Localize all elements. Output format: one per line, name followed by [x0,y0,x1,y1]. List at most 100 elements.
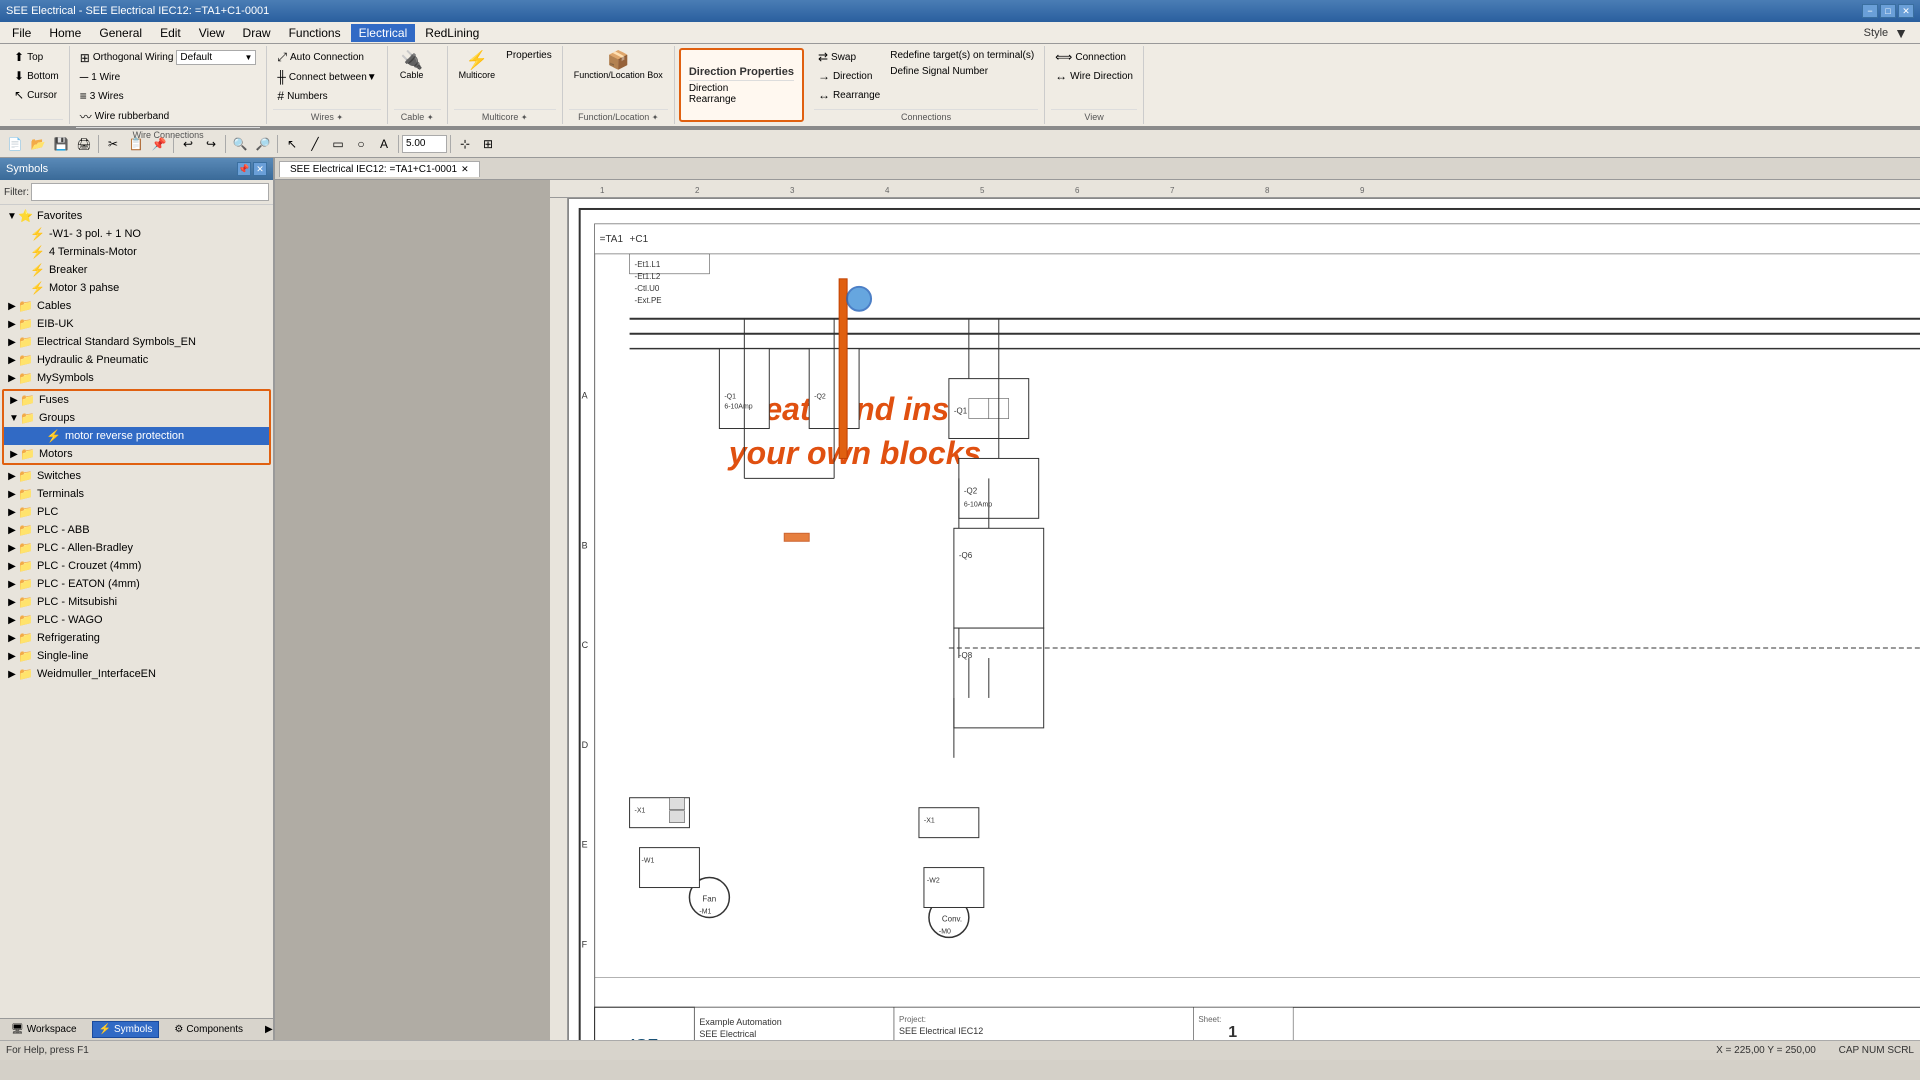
function-location-box-btn[interactable]: 📦 Function/Location Box [569,48,668,83]
cable-btn[interactable]: 🔌 Cable [394,48,430,83]
menu-home[interactable]: Home [41,24,89,42]
orthogonal-wiring-btn[interactable]: ⊞ Orthogonal Wiring Default▼ [76,48,261,67]
copy-btn[interactable]: 📋 [125,133,147,155]
save-btn[interactable]: 💾 [50,133,72,155]
tree-electrical-standard[interactable]: ▶ 📁 Electrical Standard Symbols_EN [2,333,271,351]
paste-btn[interactable]: 📌 [148,133,170,155]
tree-item-breaker[interactable]: ⚡ Breaker [2,261,271,279]
wire-rubberband-btn[interactable]: 〰Wire rubberband [76,106,261,127]
menu-electrical[interactable]: Electrical [351,24,416,42]
zoom-input[interactable] [402,135,447,153]
tree-plc-abb[interactable]: ▶ 📁 PLC - ABB [2,521,271,539]
menu-view[interactable]: View [191,24,233,42]
tree-hydraulic[interactable]: ▶ 📁 Hydraulic & Pneumatic [2,351,271,369]
connect-between-btn[interactable]: ╫Connect between▼ [273,68,380,86]
cursor-button[interactable]: ↖Cursor [10,86,63,104]
direction-btn[interactable]: →Direction [814,67,884,85]
select-btn[interactable]: ↖ [281,133,303,155]
text-btn[interactable]: A [373,133,395,155]
tree-terminals[interactable]: ▶ 📁 Terminals [2,485,271,503]
zoom-out-btn[interactable]: 🔎 [252,133,274,155]
numbers-btn[interactable]: #Numbers [273,87,380,105]
tree-plc-crouzet[interactable]: ▶ 📁 PLC - Crouzet (4mm) [2,557,271,575]
tree-motors[interactable]: ▶ 📁 Motors [4,445,269,463]
minimize-button[interactable]: − [1862,4,1878,18]
wire-direction-btn[interactable]: ↔Wire Direction [1051,67,1137,85]
properties-btn[interactable]: Properties [502,48,556,63]
svg-text:C: C [582,640,589,650]
rect-btn[interactable]: ▭ [327,133,349,155]
cut-btn[interactable]: ✂ [102,133,124,155]
titlebar-controls: − □ ✕ [1862,4,1914,18]
symbols-pin-btn[interactable]: 📌 [237,162,251,176]
function-location-label: Function/Location ✦ [569,109,668,122]
menu-edit[interactable]: Edit [152,24,189,42]
ribbon-group-content-wires: ⊞ Orthogonal Wiring Default▼ ─1 Wire ≡3 … [76,48,261,127]
tree-single-line[interactable]: ▶ 📁 Single-line [2,647,271,665]
tree-fuses[interactable]: ▶ 📁 Fuses [4,391,269,409]
tree-refrigerating[interactable]: ▶ 📁 Refrigerating [2,629,271,647]
svg-text:-W1: -W1 [642,858,655,865]
canvas-tab-main[interactable]: SEE Electrical IEC12: =TA1+C1-0001 ✕ [279,161,480,177]
tree-groups[interactable]: ▼ 📁 Groups [4,409,269,427]
connection-btn[interactable]: ⟺Connection [1051,48,1137,66]
tree-plc-wago[interactable]: ▶ 📁 PLC - WAGO [2,611,271,629]
titlebar-title: SEE Electrical - SEE Electrical IEC12: =… [6,5,269,17]
redo-btn[interactable]: ↪ [200,133,222,155]
bottom-button[interactable]: ⬇Bottom [10,67,63,85]
menu-file[interactable]: File [4,24,39,42]
1-wire-btn[interactable]: ─1 Wire [76,68,261,86]
tree-favorites[interactable]: ▼ ⭐ Favorites [2,207,271,225]
tree-item-w1[interactable]: ⚡ -W1- 3 pol. + 1 NO [2,225,271,243]
symbols-close-btn[interactable]: ✕ [253,162,267,176]
swap-btn[interactable]: ⇄Swap [814,48,884,66]
tree-item-motor3[interactable]: ⚡ Motor 3 pahse [2,279,271,297]
style-area: Style ▼ [1864,25,1916,41]
menu-functions[interactable]: Functions [281,24,349,42]
print-btn[interactable]: 🖨 [73,133,95,155]
menu-redlining[interactable]: RedLining [417,24,487,42]
ribbon-group-multicore: ⚡ Multicore Properties Multicore ✦ [448,46,563,124]
maximize-button[interactable]: □ [1880,4,1896,18]
tree-eib-uk[interactable]: ▶ 📁 EIB-UK [2,315,271,333]
tree-weidmuller[interactable]: ▶ 📁 Weidmuller_InterfaceEN [2,665,271,683]
undo-btn[interactable]: ↩ [177,133,199,155]
new-btn[interactable]: 📄 [4,133,26,155]
open-btn[interactable]: 📂 [27,133,49,155]
tree-cables[interactable]: ▶ 📁 Cables [2,297,271,315]
rearrange-btn[interactable]: ↔Rearrange [814,86,884,104]
define-signal-btn[interactable]: Define Signal Number [886,64,1038,79]
auto-connection-btn[interactable]: ⤢Auto Connection [273,48,380,67]
wiring-dropdown[interactable]: Default▼ [176,50,256,65]
top-button[interactable]: ⬆Top [10,48,63,66]
multicore-btn[interactable]: ⚡ Multicore [454,48,501,83]
tab-workspace[interactable]: 🖥Workspace [4,1021,84,1038]
tab-components[interactable]: ⚙Components [167,1021,250,1038]
menu-general[interactable]: General [91,24,150,42]
filter-input[interactable] [31,183,269,201]
ribbon-group-view: ⟺Connection ↔Wire Direction View [1045,46,1144,124]
tab-symbols[interactable]: ⚡Symbols [92,1021,160,1038]
line-btn[interactable]: ╱ [304,133,326,155]
tree-plc-ab[interactable]: ▶ 📁 PLC - Allen-Bradley [2,539,271,557]
tree-plc-eaton[interactable]: ▶ 📁 PLC - EATON (4mm) [2,575,271,593]
tree-motor-reverse[interactable]: ⚡ motor reverse protection [4,427,269,445]
tree-plc[interactable]: ▶ 📁 PLC [2,503,271,521]
tree-mysymbols[interactable]: ▶ 📁 MySymbols [2,369,271,387]
tree-item-4terminals[interactable]: ⚡ 4 Terminals-Motor [2,243,271,261]
toolbar-sep-6 [450,135,451,153]
svg-text:1: 1 [1228,1024,1237,1040]
3-wires-btn[interactable]: ≡3 Wires [76,87,261,105]
tree-plc-mitsubishi[interactable]: ▶ 📁 PLC - Mitsubishi [2,593,271,611]
canvas-main[interactable]: 1 2 3 4 5 6 7 8 9 Create and insert your… [275,180,1920,1040]
menu-draw[interactable]: Draw [235,24,279,42]
redefine-target-btn[interactable]: Redefine target(s) on terminal(s) [886,48,1038,63]
tree-switches[interactable]: ▶ 📁 Switches [2,467,271,485]
drawing-area[interactable]: Create and insert your own blocks IGE +X… [568,198,1920,1040]
grid-btn[interactable]: ⊞ [477,133,499,155]
snap-btn[interactable]: ⊹ [454,133,476,155]
circle-btn[interactable]: ○ [350,133,372,155]
close-button[interactable]: ✕ [1898,4,1914,18]
canvas-tab-close-btn[interactable]: ✕ [461,164,469,175]
zoom-in-btn[interactable]: 🔍 [229,133,251,155]
